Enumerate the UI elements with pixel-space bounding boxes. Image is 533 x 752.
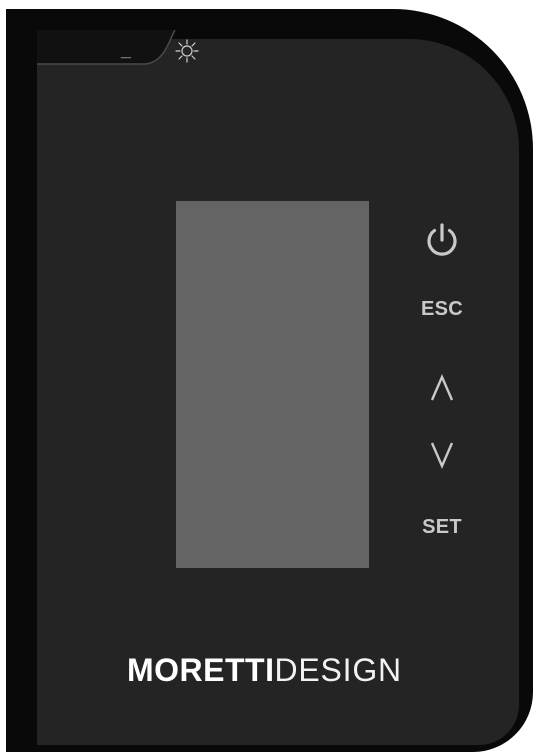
power-button[interactable] — [402, 220, 482, 264]
down-button[interactable] — [402, 440, 482, 470]
sun-icon — [174, 38, 200, 64]
set-button[interactable]: SET — [402, 516, 482, 542]
brand-light-text: DESIGN — [274, 652, 402, 688]
indicator-dash: _ — [120, 40, 132, 60]
power-icon — [427, 223, 457, 256]
control-buttons: ESC SET — [402, 218, 482, 558]
chevron-up-icon — [430, 373, 454, 401]
brand-strong-text: MORETTI — [127, 652, 275, 688]
chevron-down-icon — [430, 442, 454, 470]
brand-logo: MORETTIDESIGN — [127, 652, 417, 692]
indicator-tab: _ — [37, 30, 177, 70]
lcd-display — [176, 201, 369, 568]
up-button[interactable] — [402, 373, 482, 403]
esc-button[interactable]: ESC — [402, 298, 482, 324]
